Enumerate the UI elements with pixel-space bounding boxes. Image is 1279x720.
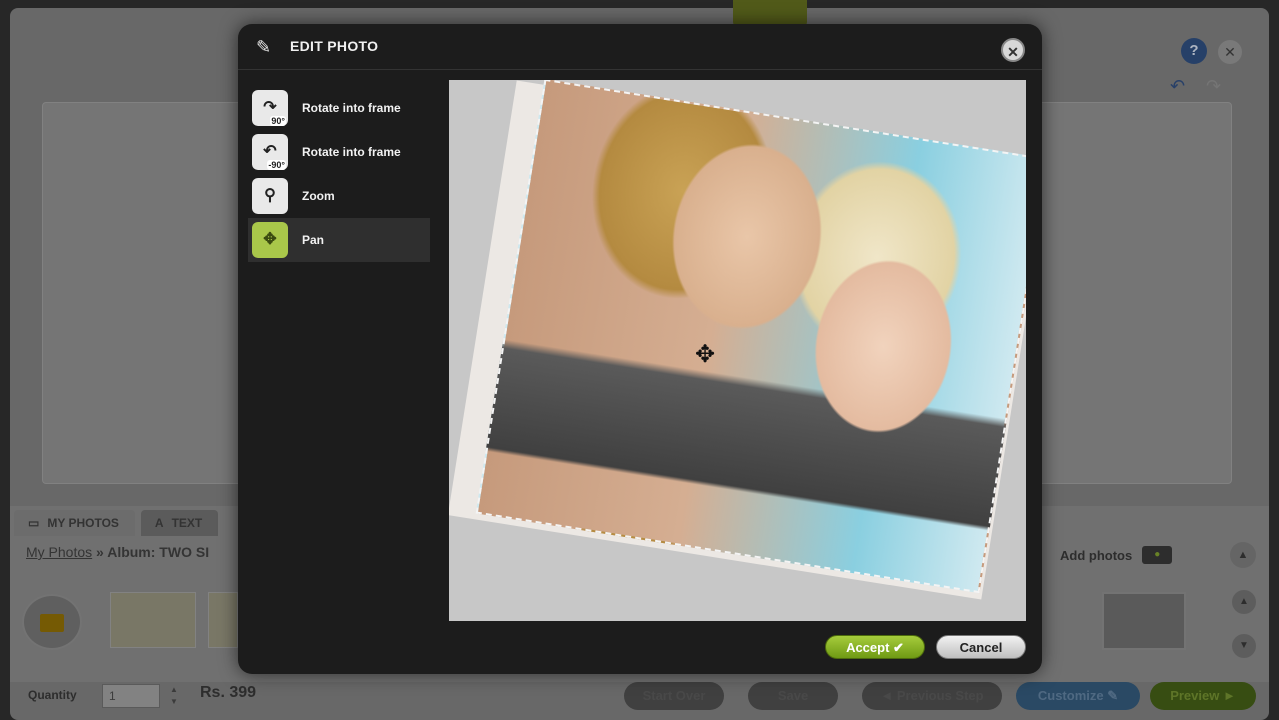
edit-photo-dialog: ✎ EDIT PHOTO ✕ ↷ 90° Rotate into frame ↶ -…: [238, 24, 1042, 674]
accept-button[interactable]: Accept ✔: [825, 635, 925, 659]
photo-image[interactable]: [475, 80, 1026, 594]
tool-zoom[interactable]: ⚲ Zoom: [248, 174, 430, 218]
close-icon[interactable]: ✕: [1001, 38, 1025, 62]
tool-rotate-right[interactable]: ↷ 90° Rotate into frame: [248, 86, 430, 130]
zoom-icon: ⚲: [252, 178, 288, 214]
rotate-right-icon: ↷ 90°: [252, 90, 288, 126]
dialog-header: ✎ EDIT PHOTO ✕: [238, 24, 1042, 70]
edit-tools: ↷ 90° Rotate into frame ↶ -90° Rotate into…: [248, 86, 430, 262]
cancel-button[interactable]: Cancel: [936, 635, 1026, 659]
photo-edit-canvas[interactable]: [449, 80, 1026, 621]
tool-pan[interactable]: ✥ Pan: [248, 218, 430, 262]
tool-rotate-left[interactable]: ↶ -90° Rotate into frame: [248, 130, 430, 174]
dialog-title: EDIT PHOTO: [290, 38, 379, 54]
pencil-icon: ✎: [256, 37, 272, 57]
pan-icon: ✥: [252, 222, 288, 258]
rotate-left-icon: ↶ -90°: [252, 134, 288, 170]
move-cursor-icon: ✥: [694, 341, 716, 368]
